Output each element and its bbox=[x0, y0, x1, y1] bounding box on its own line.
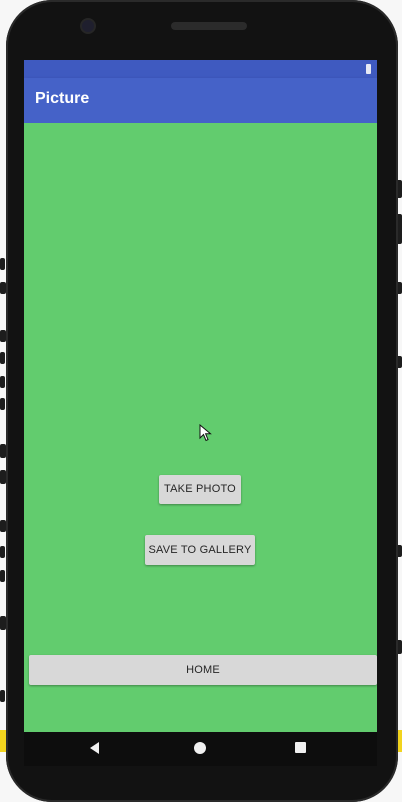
mouse-pointer-icon bbox=[199, 424, 212, 442]
back-triangle-icon[interactable] bbox=[90, 742, 99, 754]
background-text-fragment bbox=[0, 398, 5, 410]
background-text-fragment bbox=[0, 546, 5, 558]
take-photo-button[interactable]: TAKE PHOTO bbox=[159, 475, 241, 504]
home-button[interactable]: HOME bbox=[29, 655, 377, 685]
background-text-fragment bbox=[0, 352, 5, 364]
background-text-fragment bbox=[0, 570, 5, 582]
front-camera bbox=[82, 20, 94, 32]
background-text-fragment bbox=[0, 376, 5, 388]
battery-icon bbox=[366, 64, 371, 74]
recents-square-icon[interactable] bbox=[295, 742, 306, 753]
save-to-gallery-button[interactable]: SAVE TO GALLERY bbox=[145, 535, 255, 565]
background-text-fragment bbox=[0, 258, 5, 270]
app-bar: Picture bbox=[24, 78, 377, 123]
speaker-grille bbox=[171, 22, 247, 30]
phone-screen: Picture TAKE PHOTO SAVE TO GALLERY HOME bbox=[24, 60, 377, 732]
home-circle-icon[interactable] bbox=[194, 742, 206, 754]
system-navigation-bar bbox=[24, 732, 377, 766]
status-bar bbox=[24, 60, 377, 78]
background-text-fragment bbox=[0, 690, 5, 702]
app-title: Picture bbox=[35, 90, 90, 107]
